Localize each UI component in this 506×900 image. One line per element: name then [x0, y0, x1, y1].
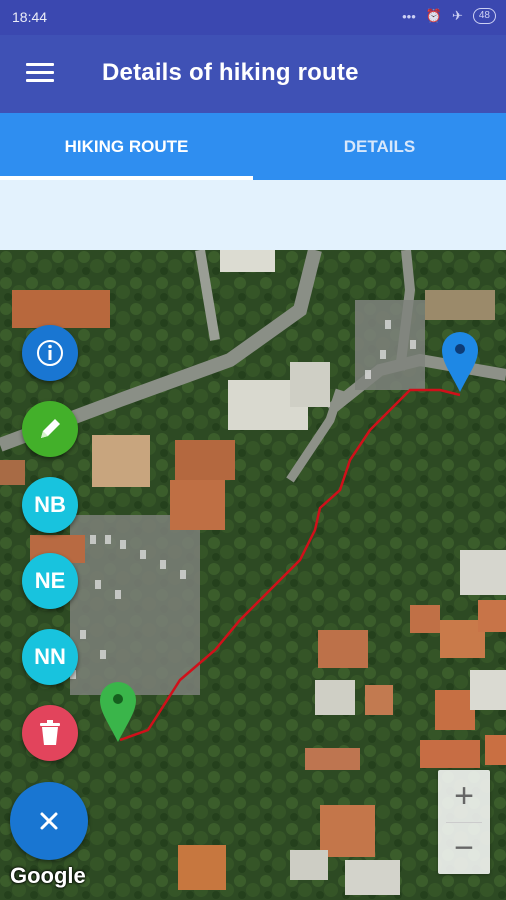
zoom-out-button[interactable]: − [438, 822, 490, 874]
nn-button[interactable]: NN [22, 629, 78, 685]
info-strip [0, 180, 506, 250]
dots-icon: ••• [402, 8, 416, 24]
google-attribution: Google [10, 863, 86, 888]
nn-label: NN [34, 644, 66, 669]
tab-details[interactable]: DETAILS [253, 113, 506, 180]
close-button[interactable] [10, 782, 88, 860]
menu-icon[interactable] [26, 63, 54, 83]
info-button[interactable] [22, 325, 78, 381]
trash-icon [40, 720, 60, 745]
battery-icon: 48 [472, 8, 496, 24]
ne-button[interactable]: NE [22, 553, 78, 609]
page-title: Details of hiking route [102, 59, 359, 86]
airplane-icon: ✈ [451, 8, 463, 23]
tab-hiking-route[interactable]: HIKING ROUTE [0, 113, 253, 180]
edit-button[interactable] [22, 401, 78, 457]
nb-button[interactable]: NB [22, 477, 78, 533]
status-time: 18:44 [12, 9, 48, 25]
tab-bar: HIKING ROUTE DETAILS [0, 113, 506, 180]
ne-label: NE [34, 568, 66, 593]
zoom-in-button[interactable]: + [438, 770, 490, 822]
app-bar: Details of hiking route [0, 35, 506, 113]
info-icon [37, 340, 63, 366]
delete-button[interactable] [22, 705, 78, 761]
zoom-divider [446, 822, 482, 823]
pencil-icon [41, 419, 60, 438]
status-bar: 18:44 ••• ⏰ ✈ 48 [0, 0, 506, 35]
close-icon [40, 812, 58, 830]
zoom-controls: + − [438, 770, 490, 874]
status-icons: ••• ⏰ ✈ 48 [402, 8, 496, 24]
nb-label: NB [34, 492, 66, 517]
alarm-icon: ⏰ [425, 8, 442, 23]
